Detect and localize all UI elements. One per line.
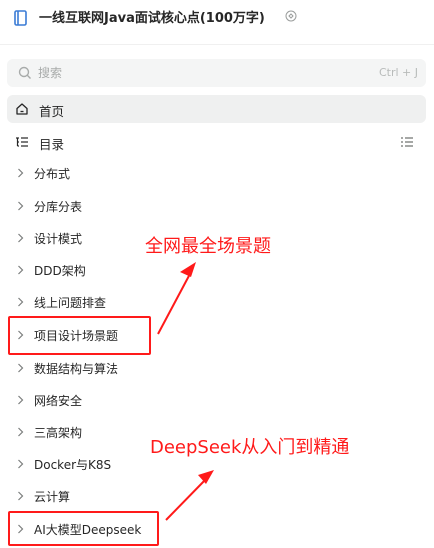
doc-title: 一线互联网Java面试核心点(100万字): [39, 11, 265, 26]
nav-catalog-label: 目录: [39, 137, 65, 152]
info-icon[interactable]: [285, 10, 297, 22]
chevron-right-icon: [18, 459, 24, 469]
nav-catalog[interactable]: 目录: [7, 128, 426, 156]
highlight-box-ai: [8, 511, 159, 546]
home-icon: [16, 103, 28, 115]
tree-item-label: 云计算: [34, 490, 71, 504]
tree-item-label: 线上问题排查: [34, 296, 107, 310]
tree-item-label: 三高架构: [34, 426, 83, 440]
tree-item[interactable]: 线上问题排查: [7, 288, 426, 316]
doc-header: 一线互联网Java面试核心点(100万字): [0, 0, 434, 40]
chevron-right-icon: [18, 491, 24, 501]
tree-item-label: 数据结构与算法: [34, 362, 119, 376]
tree-item[interactable]: DDD架构: [7, 256, 426, 284]
chevron-right-icon: [18, 201, 24, 211]
chevron-right-icon: [18, 233, 24, 243]
header-divider: [0, 44, 434, 45]
tree-item[interactable]: 数据结构与算法: [7, 354, 426, 382]
search-input[interactable]: [38, 64, 338, 82]
chevron-right-icon: [18, 395, 24, 405]
tree-item[interactable]: 分布式: [7, 159, 426, 187]
highlight-box-scenario: [8, 316, 151, 355]
tree-item[interactable]: 云计算: [7, 482, 426, 510]
nav-home-label: 首页: [39, 104, 65, 119]
tree-item-label: 分布式: [34, 167, 71, 181]
search-icon: [18, 66, 31, 79]
tree-item-label: 分库分表: [34, 200, 83, 214]
chevron-right-icon: [18, 168, 24, 178]
tree-item-label: DDD架构: [34, 264, 86, 278]
book-icon: [14, 10, 27, 26]
catalog-icon: [16, 137, 28, 147]
nav-home[interactable]: 首页: [7, 95, 426, 123]
list-collapse-icon[interactable]: [400, 135, 414, 149]
chevron-right-icon: [18, 363, 24, 373]
chevron-right-icon: [18, 265, 24, 275]
search-box[interactable]: Ctrl + J: [7, 59, 426, 87]
tree-item[interactable]: 分库分表: [7, 192, 426, 220]
tree-item-label: 网络安全: [34, 394, 83, 408]
chevron-right-icon: [18, 427, 24, 437]
annotation-deepseek-text: DeepSeek从入门到精通: [150, 437, 350, 458]
tree-item-label: Docker与K8S: [34, 458, 112, 472]
annotation-scenario-text: 全网最全场景题: [145, 236, 271, 257]
chevron-right-icon: [18, 297, 24, 307]
tree-item[interactable]: 网络安全: [7, 386, 426, 414]
tree-item-label: 设计模式: [34, 232, 83, 246]
search-shortcut: Ctrl + J: [378, 66, 418, 79]
